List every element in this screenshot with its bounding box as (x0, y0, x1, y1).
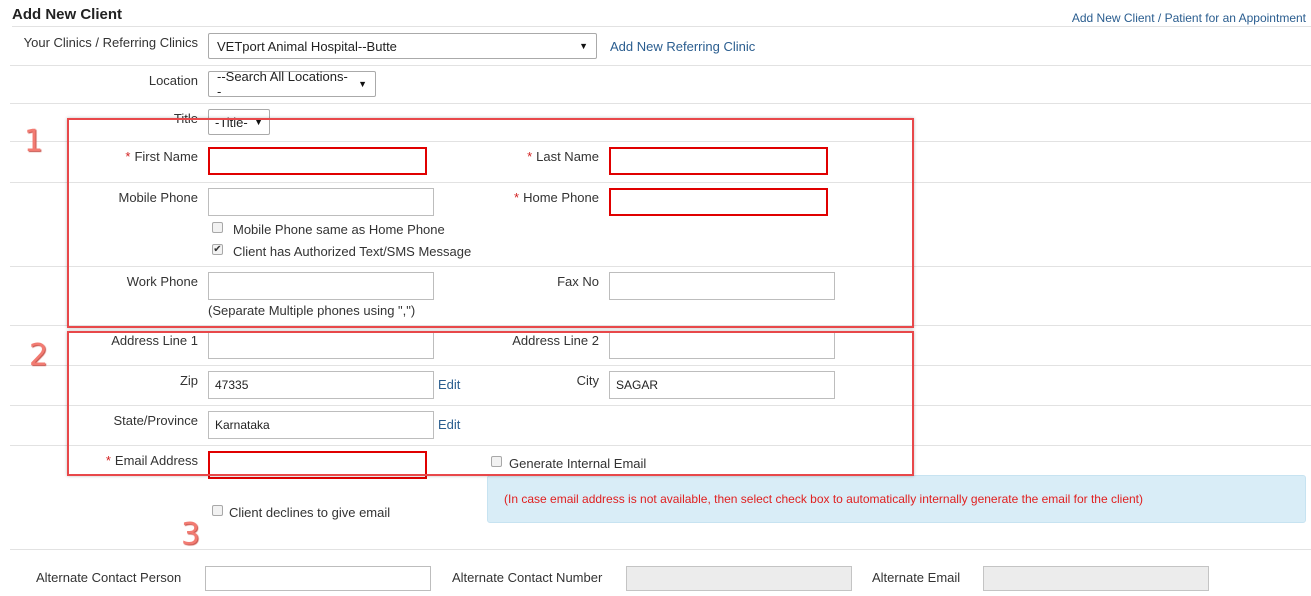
divider (10, 549, 1311, 550)
clinic-label: Your Clinics / Referring Clinics (23, 35, 198, 50)
alternate-number-input[interactable] (626, 566, 852, 591)
declines-email-label: Client declines to give email (229, 505, 391, 520)
chevron-down-icon: ▼ (358, 79, 367, 89)
location-label: Location (148, 73, 198, 88)
divider (10, 103, 1311, 104)
annotation-box-1 (67, 118, 914, 328)
annotation-box-2 (67, 331, 914, 476)
divider (10, 65, 1311, 66)
alternate-email-label: Alternate Email (872, 570, 961, 585)
alternate-number-label: Alternate Contact Number (452, 570, 603, 585)
location-select-value: --Search All Locations-- (217, 69, 348, 99)
alternate-email-input[interactable] (983, 566, 1209, 591)
annotation-number-3: 3 (181, 517, 201, 552)
divider (12, 26, 1311, 27)
annotation-number-1: 1 (24, 124, 44, 159)
clinic-select[interactable]: VETport Animal Hospital--Butte ▼ (208, 33, 597, 59)
alternate-person-input[interactable] (205, 566, 431, 591)
chevron-down-icon: ▼ (579, 41, 588, 51)
clinic-select-value: VETport Animal Hospital--Butte (217, 38, 397, 54)
page-title: Add New Client (12, 6, 123, 23)
alternate-person-label: Alternate Contact Person (36, 570, 182, 585)
email-info-alert: (In case email address is not available,… (487, 475, 1306, 523)
declines-email-checkbox[interactable] (212, 505, 223, 516)
add-referring-clinic-link[interactable]: Add New Referring Clinic (610, 39, 755, 54)
location-select[interactable]: --Search All Locations-- ▼ (208, 69, 376, 99)
add-client-appointment-link[interactable]: Add New Client / Patient for an Appointm… (1072, 11, 1306, 25)
annotation-number-2: 2 (29, 338, 49, 373)
